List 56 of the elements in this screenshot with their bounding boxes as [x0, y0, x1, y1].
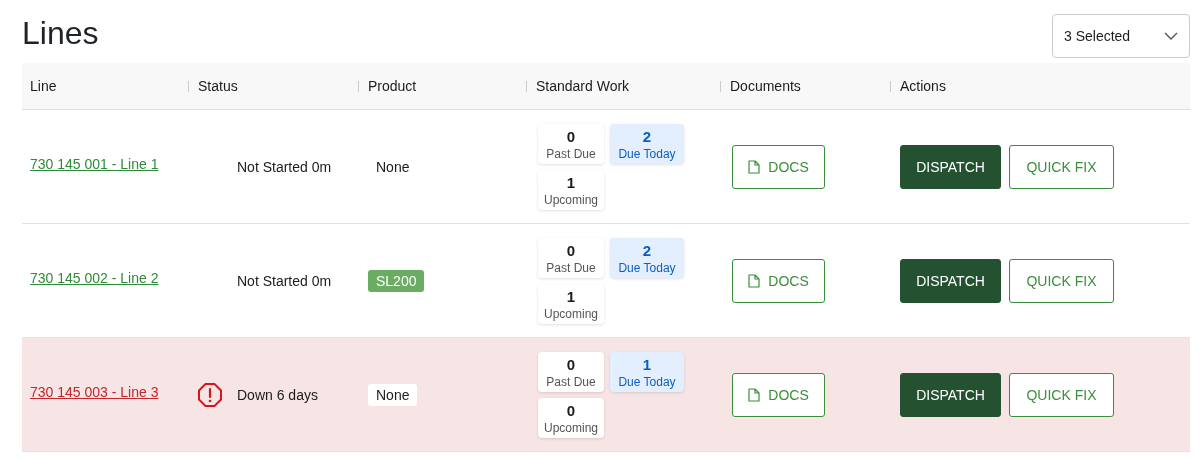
status-text: Down 6 days: [237, 386, 318, 403]
count-label: Upcoming: [544, 420, 598, 435]
count-text: 1: [566, 287, 576, 305]
selection-dropdown[interactable]: 3 Selected: [1052, 13, 1190, 58]
count-label: Due Today: [618, 260, 676, 275]
quick-fix-button[interactable]: QUICK FIX: [1009, 372, 1114, 417]
quick-fix-button[interactable]: QUICK FIX: [1009, 144, 1114, 189]
product-tag: SL200: [368, 269, 425, 292]
work-count-card[interactable]: 1 Upcoming: [538, 169, 604, 210]
document-icon: [748, 387, 761, 402]
line-link[interactable]: 730 145 002 - Line 2: [30, 269, 159, 286]
count-label: Past Due: [546, 374, 596, 389]
count-label: Upcoming: [544, 192, 598, 207]
page-title: Lines: [22, 15, 99, 52]
dispatch-button[interactable]: DISPATCH: [900, 372, 1001, 417]
document-icon: [748, 273, 761, 288]
count-text: 0: [566, 401, 576, 419]
count-text: 0: [566, 241, 576, 259]
count-text: 0: [566, 355, 576, 373]
docs-button[interactable]: DOCS: [732, 372, 825, 417]
count-text: 0: [566, 127, 576, 145]
column-header: Line: [30, 78, 57, 94]
column-header: Status: [198, 78, 238, 94]
column-header: Documents: [730, 78, 801, 94]
status-text: Not Started 0m: [237, 272, 332, 289]
work-count-card[interactable]: 0 Upcoming: [538, 397, 604, 438]
work-count-card[interactable]: 2 Due Today: [610, 123, 684, 164]
quick-fix-button[interactable]: QUICK FIX: [1009, 258, 1114, 303]
count-text: 2: [642, 241, 652, 259]
line-link[interactable]: 730 145 001 - Line 1: [30, 155, 159, 172]
dispatch-button[interactable]: DISPATCH: [900, 144, 1001, 189]
column-header: Product: [368, 78, 417, 94]
work-count-card[interactable]: 1 Due Today: [610, 351, 684, 392]
work-count-card[interactable]: 2 Due Today: [610, 237, 684, 278]
product-text: None: [368, 383, 418, 406]
document-icon: [748, 159, 761, 174]
docs-button[interactable]: DOCS: [732, 144, 825, 189]
chevron-down-icon: [1164, 31, 1178, 40]
count-label: Past Due: [546, 260, 596, 275]
count-label: Upcoming: [544, 306, 598, 321]
count-label: Past Due: [546, 146, 596, 161]
line-link[interactable]: 730 145 003 - Line 3: [30, 383, 159, 400]
status-text: Not Started 0m: [237, 158, 332, 175]
work-count-card[interactable]: 0 Past Due: [538, 123, 604, 164]
count-text: 1: [566, 173, 576, 191]
count-text: 1: [642, 355, 652, 373]
dispatch-button[interactable]: DISPATCH: [900, 258, 1001, 303]
docs-button[interactable]: DOCS: [732, 258, 825, 303]
work-count-card[interactable]: 0 Past Due: [538, 351, 604, 392]
count-label: Due Today: [618, 146, 676, 161]
work-count-card[interactable]: 0 Past Due: [538, 237, 604, 278]
column-header: Actions: [900, 78, 946, 94]
column-header: Standard Work: [536, 78, 630, 94]
count-text: 2: [642, 127, 652, 145]
count-label: Due Today: [618, 374, 676, 389]
work-count-card[interactable]: 1 Upcoming: [538, 283, 604, 324]
